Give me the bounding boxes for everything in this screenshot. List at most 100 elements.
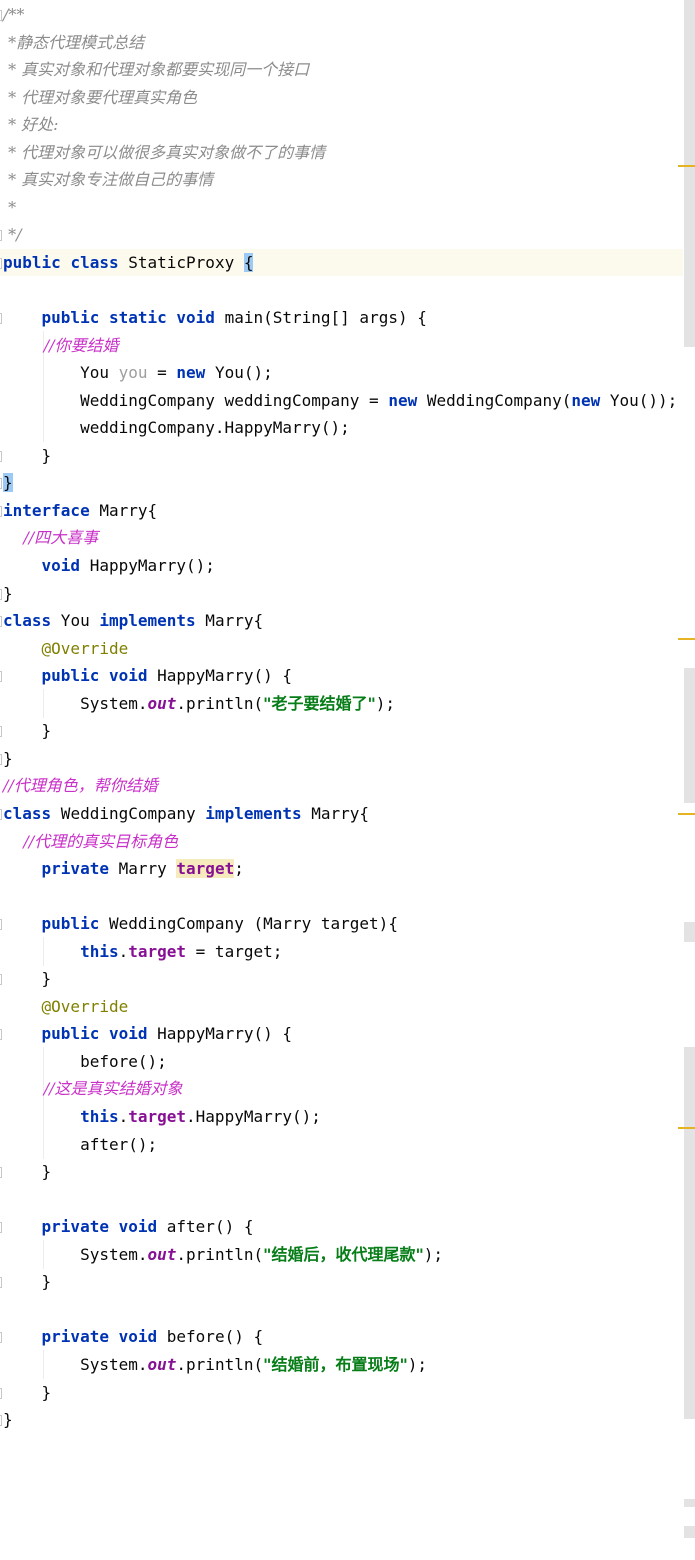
code-line[interactable]: private Marry target; [0, 855, 683, 882]
fold-marker-icon[interactable] [0, 1387, 2, 1399]
code-line[interactable]: public class StaticProxy { [0, 248, 683, 276]
code-line[interactable]: public static void main(String[] args) { [0, 304, 683, 331]
code-line[interactable] [0, 883, 683, 910]
fold-marker-icon[interactable] [0, 450, 2, 462]
fold-marker-icon[interactable] [0, 1222, 2, 1234]
code-line[interactable]: System.out.println("结婚后，收代理尾款"); [0, 1239, 683, 1269]
code-text: public void HappyMarry() { [41, 666, 292, 686]
code-line[interactable]: private void before() { [0, 1323, 683, 1350]
code-line[interactable]: } [0, 442, 683, 469]
code-line[interactable]: } [0, 717, 683, 744]
code-comment: //代理角色，帮你结婚 [3, 776, 158, 796]
code-editor[interactable]: /** *静态代理模式总结 * 真实对象和代理对象都要实现同一个接口 * 代理对… [0, 0, 683, 1560]
code-line[interactable]: } [0, 745, 683, 772]
editor-scrollbar[interactable] [678, 0, 695, 1560]
warning-marker-icon[interactable] [678, 1127, 695, 1129]
code-line[interactable]: /** [0, 1, 683, 28]
fold-marker-icon[interactable] [0, 974, 2, 986]
code-line[interactable]: interface Marry{ [0, 497, 683, 524]
fold-marker-icon[interactable] [0, 671, 2, 683]
code-line[interactable]: You you = new You(); [0, 358, 683, 388]
fold-marker-icon[interactable] [0, 616, 2, 628]
fold-marker-icon[interactable] [0, 808, 2, 820]
warning-marker-icon[interactable] [678, 813, 695, 815]
code-text: } [3, 1382, 52, 1402]
fold-marker-icon[interactable] [0, 1167, 2, 1179]
fold-marker-icon[interactable] [0, 919, 2, 931]
code-text: weddingCompany.HappyMarry(); [3, 418, 350, 438]
code-line[interactable]: weddingCompany.HappyMarry(); [0, 413, 683, 443]
code-line[interactable]: */ [0, 221, 683, 248]
code-line[interactable]: } [0, 965, 683, 992]
code-line[interactable]: public void HappyMarry() { [0, 1020, 683, 1047]
code-line[interactable]: this.target = target; [0, 936, 683, 966]
code-line[interactable]: class WeddingCompany implements Marry{ [0, 800, 683, 827]
code-line[interactable]: * 真实对象和代理对象都要实现同一个接口 [0, 56, 683, 83]
code-line[interactable]: * [0, 194, 683, 221]
code-line[interactable]: private void after() { [0, 1213, 683, 1240]
code-line[interactable]: } [0, 469, 683, 496]
scrollbar-track-segment[interactable] [684, 1499, 695, 1507]
code-line[interactable]: } [0, 1406, 683, 1433]
code-text: this.target = target; [80, 941, 283, 961]
code-line[interactable]: //代理的真实目标角色 [0, 828, 683, 855]
fold-marker-icon[interactable] [0, 257, 2, 269]
scrollbar-track-segment[interactable] [684, 1526, 695, 1538]
code-comment: * 代理对象要代理真实角色 [3, 87, 198, 107]
fold-marker-icon[interactable] [0, 588, 2, 600]
code-line[interactable] [0, 1296, 683, 1323]
code-line[interactable]: public void HappyMarry() { [0, 662, 683, 689]
warning-marker-icon[interactable] [678, 165, 695, 167]
code-comment: *静态代理模式总结 [3, 32, 145, 52]
code-text: } [3, 1272, 52, 1292]
code-line[interactable]: * 代理对象可以做很多真实对象做不了的事情 [0, 139, 683, 166]
scrollbar-track-segment[interactable] [684, 1047, 695, 1419]
code-line[interactable]: @Override [0, 635, 683, 662]
fold-marker-icon[interactable] [0, 313, 2, 325]
fold-marker-icon[interactable] [0, 753, 2, 765]
code-text: System.out.println("结婚后，收代理尾款"); [3, 1244, 444, 1264]
code-line[interactable]: class You implements Marry{ [0, 607, 683, 634]
code-line[interactable] [0, 277, 683, 304]
code-line[interactable]: //你要结婚 [0, 330, 683, 360]
code-line[interactable]: } [0, 1268, 683, 1295]
code-line[interactable]: before(); [0, 1046, 683, 1076]
code-text: } [3, 473, 13, 493]
code-line[interactable]: System.out.println("结婚前，布置现场"); [0, 1349, 683, 1379]
code-line[interactable]: this.target.HappyMarry(); [0, 1102, 683, 1131]
code-line[interactable]: * 好处: [0, 111, 683, 138]
code-line[interactable]: * 代理对象要代理真实角色 [0, 84, 683, 111]
code-line[interactable] [0, 1186, 683, 1213]
code-comment: * 真实对象和代理对象都要实现同一个接口 [3, 60, 310, 80]
fold-marker-icon[interactable] [0, 1277, 2, 1289]
code-line[interactable]: public WeddingCompany (Marry target){ [0, 910, 683, 937]
code-line[interactable]: void HappyMarry(); [0, 552, 683, 579]
code-line[interactable]: WeddingCompany weddingCompany = new Wedd… [0, 385, 683, 415]
fold-marker-icon[interactable] [0, 1415, 2, 1427]
code-line[interactable]: System.out.println("老子要结婚了"); [0, 688, 683, 718]
code-comment: */ [3, 225, 22, 245]
fold-marker-icon[interactable] [0, 726, 2, 738]
code-line[interactable]: } [0, 1379, 683, 1406]
code-line[interactable]: @Override [0, 993, 683, 1020]
code-text: WeddingCompany weddingCompany = new Wedd… [3, 390, 678, 410]
fold-marker-icon[interactable] [0, 478, 2, 490]
scrollbar-track-segment[interactable] [684, 0, 695, 347]
code-line[interactable]: * 真实对象专注做自己的事情 [0, 166, 683, 193]
code-line[interactable]: after(); [0, 1129, 683, 1159]
fold-marker-icon[interactable] [0, 1029, 2, 1041]
fold-marker-icon[interactable] [0, 10, 2, 21]
code-line[interactable]: //代理角色，帮你结婚 [0, 772, 683, 799]
code-line[interactable]: } [0, 580, 683, 607]
warning-marker-icon[interactable] [678, 638, 695, 640]
scrollbar-track-segment[interactable] [684, 668, 695, 803]
scrollbar-track-segment[interactable] [684, 922, 695, 942]
code-text: } [3, 445, 52, 465]
code-line[interactable]: //四大喜事 [0, 524, 683, 551]
code-line[interactable]: //这是真实结婚对象 [0, 1074, 683, 1104]
code-line[interactable]: *静态代理模式总结 [0, 29, 683, 56]
fold-marker-icon[interactable] [0, 230, 2, 242]
code-line[interactable]: } [0, 1158, 683, 1185]
fold-marker-icon[interactable] [0, 1332, 2, 1344]
fold-marker-icon[interactable] [0, 505, 2, 517]
